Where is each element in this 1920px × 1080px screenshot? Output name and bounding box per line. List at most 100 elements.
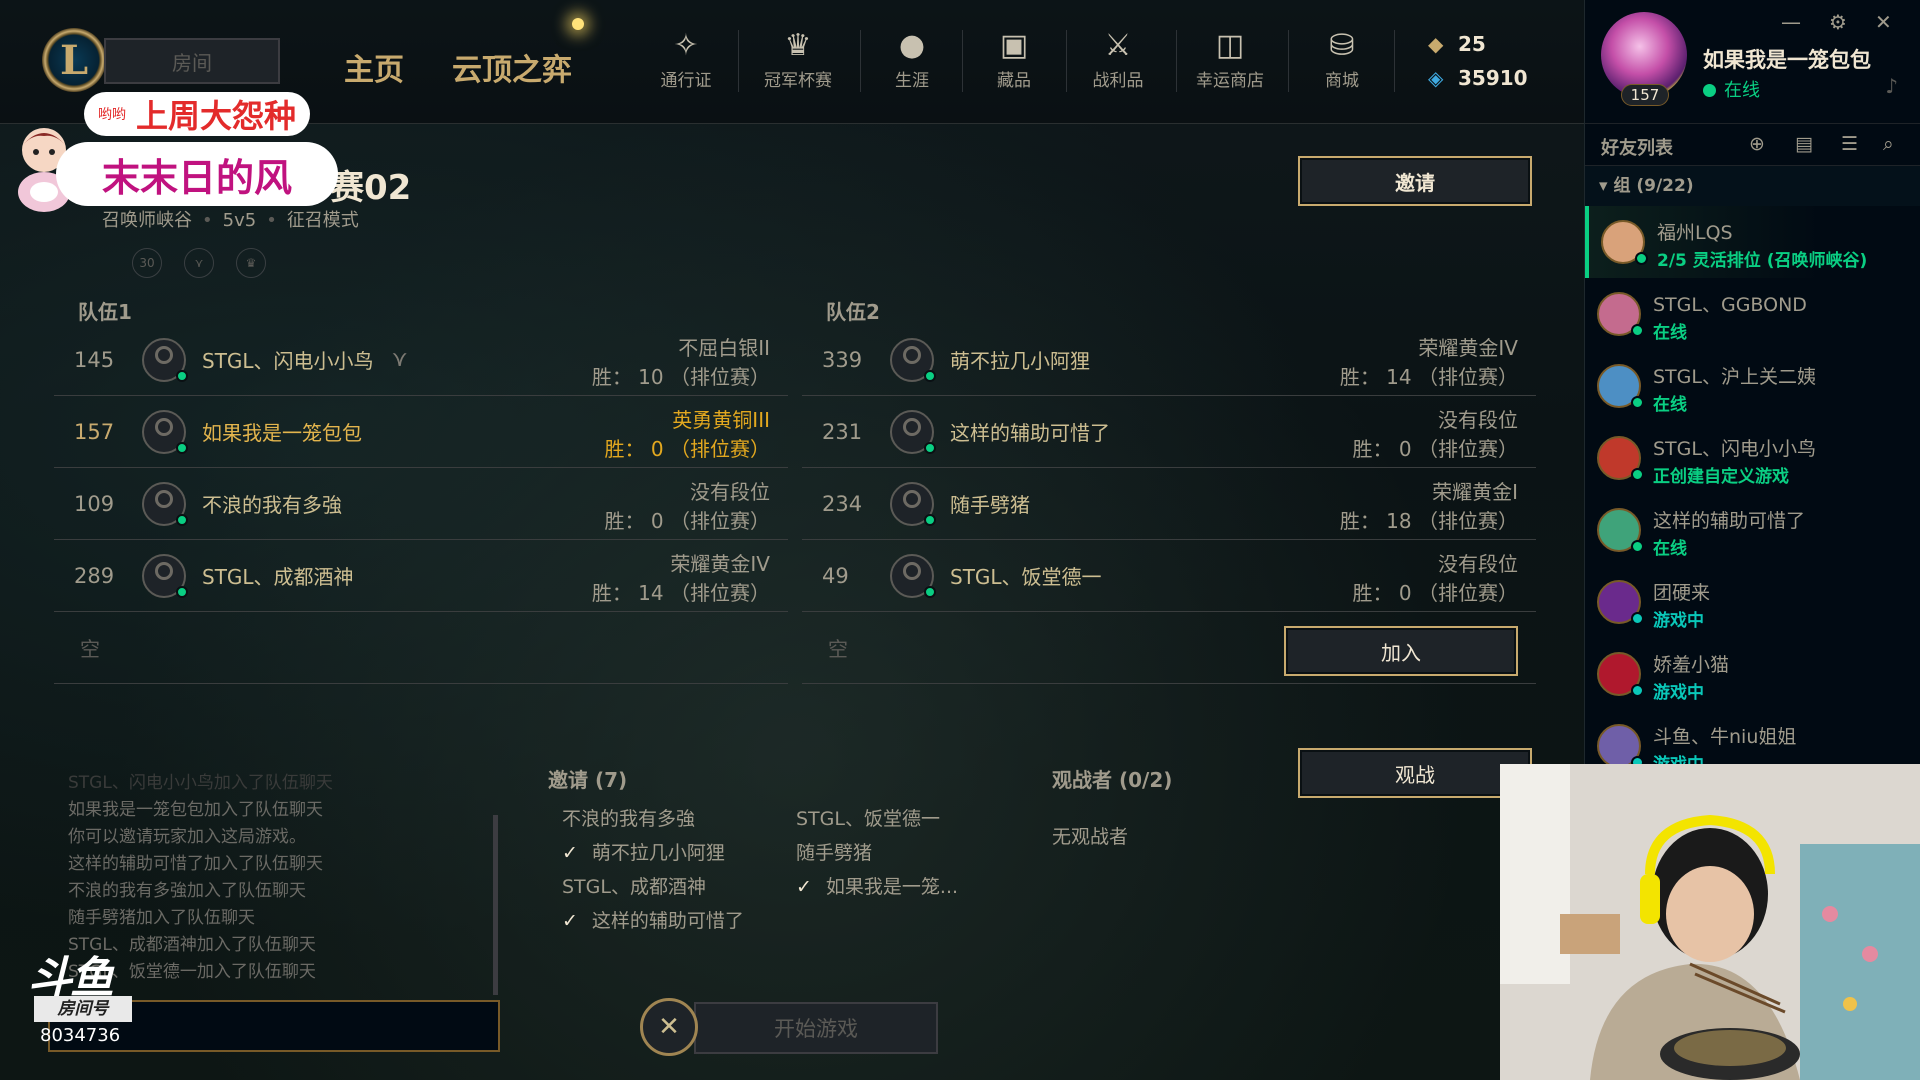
player-name[interactable]: 如果我是一笼包包 <box>202 417 362 446</box>
player-wins: 胜： 0 （排位赛） <box>604 509 770 533</box>
start-game-button[interactable]: 开始游戏 <box>694 1002 938 1054</box>
room-button[interactable]: 房间 <box>104 38 280 84</box>
friend-name: 这样的辅助可惜了 <box>1653 510 1806 532</box>
notification-bell-icon[interactable]: ♪ <box>1885 74 1898 98</box>
team2-slot[interactable]: 231 这样的辅助可惜了 没有段位 胜： 0 （排位赛） <box>802 396 1536 468</box>
friend-item[interactable]: STGL、沪上关二姨 在线 <box>1585 350 1920 422</box>
player-avatar[interactable] <box>142 481 188 526</box>
player-avatar[interactable] <box>890 337 936 382</box>
invites-title: 邀请 (7) <box>548 768 628 792</box>
team1-slot[interactable]: 289 STGL、成都酒神 荣耀黄金IV 胜： 14 （排位赛） <box>54 540 788 612</box>
add-folder-icon[interactable]: ▤ <box>1795 133 1813 155</box>
team2-slot[interactable]: 49 STGL、饭堂德一 没有段位 胜： 0 （排位赛） <box>802 540 1536 612</box>
nav-trophy[interactable]: ♛ 冠军杯赛 <box>748 26 848 96</box>
team2-slot[interactable]: 339 萌不拉几小阿狸 荣耀黄金IV 胜： 14 （排位赛） <box>802 324 1536 396</box>
friend-name: 团硬来 <box>1653 582 1711 604</box>
search-icon[interactable]: ⌕ <box>1883 133 1894 155</box>
self-level: 157 <box>1621 84 1669 106</box>
friend-item[interactable]: 团硬来 游戏中 <box>1585 566 1920 638</box>
online-status-dot <box>1635 252 1648 265</box>
ingame-status-dot <box>1631 684 1644 697</box>
friend-item[interactable]: 福州LQS 2/5 灵活排位 (召唤师峡谷) <box>1585 206 1920 278</box>
team2-slot[interactable]: 234 随手劈猪 荣耀黄金I 胜： 18 （排位赛） <box>802 468 1536 540</box>
player-avatar[interactable] <box>142 409 188 454</box>
be-balance[interactable]: ◈ 35910 <box>1428 66 1528 90</box>
nav-loot-label: 战利品 <box>1092 71 1144 91</box>
invite-entry: STGL、成都酒神 <box>562 872 706 899</box>
friend-status: 游戏中 <box>1653 611 1704 631</box>
nav-profile[interactable]: ● 生涯 <box>862 26 962 96</box>
team1-label: 队伍1 <box>78 300 132 324</box>
invite-name: 萌不拉几小阿狸 <box>591 842 725 864</box>
player-rank-info: 荣耀黄金IV 胜： 14 （排位赛） <box>592 550 770 608</box>
invite-entry: ✓ 如果我是一笼... <box>796 872 958 899</box>
friend-status: 在线 <box>1653 323 1687 343</box>
close-lobby-icon[interactable]: ✕ <box>640 998 698 1056</box>
online-status-dot <box>1631 396 1644 409</box>
player-name[interactable]: STGL、闪电小小鸟 <box>202 345 374 374</box>
collection-icon: ▣ <box>999 28 1029 63</box>
friend-name: 福州LQS <box>1657 222 1733 244</box>
be-value: 35910 <box>1458 66 1528 90</box>
nav-home[interactable]: 主页 <box>344 45 404 89</box>
online-status-dot <box>1703 84 1716 97</box>
team1-empty-slot[interactable]: 空 <box>54 612 788 684</box>
rp-balance[interactable]: ◆ 25 <box>1428 32 1486 56</box>
online-status-dot <box>1631 468 1644 481</box>
webcam-feed-image <box>1500 764 1920 1080</box>
chat-message: STGL、饭堂德一加入了队伍聊天 <box>68 962 316 982</box>
nav-store[interactable]: ⛁ 商城 <box>1292 26 1392 96</box>
role-wings-icon: ⋎ <box>391 347 408 372</box>
player-wins: 胜： 18 （排位赛） <box>1339 509 1518 533</box>
add-friend-icon[interactable]: ⊕ <box>1749 133 1765 155</box>
room-number: 8034736 <box>40 1025 121 1046</box>
self-status[interactable]: 在线 <box>1703 76 1760 102</box>
player-rank-info: 没有段位 胜： 0 （排位赛） <box>1353 406 1518 464</box>
online-status-dot <box>924 441 936 454</box>
friend-group-header[interactable]: ▾ 组 (9/22) <box>1585 166 1920 206</box>
player-wins: 胜： 0 （排位赛） <box>1352 581 1518 605</box>
online-status-dot <box>1631 540 1644 553</box>
player-avatar[interactable] <box>890 481 936 526</box>
rp-value: 25 <box>1458 32 1486 56</box>
nav-tft[interactable]: 云顶之弈 <box>452 45 572 89</box>
nav-loot[interactable]: ⚔ 战利品 <box>1068 26 1168 96</box>
streamer-name-badge: 末末日的风 <box>56 142 338 206</box>
loot-icon: ⚔ <box>1104 28 1132 63</box>
nav-lucky-shop[interactable]: ◫ 幸运商店 <box>1180 26 1280 96</box>
team1-slot-self[interactable]: 157 如果我是一笼包包 英勇黄铜III 胜： 0 （排位赛） <box>54 396 788 468</box>
player-name[interactable]: 萌不拉几小阿狸 <box>950 345 1090 374</box>
team1-slot[interactable]: 109 不浪的我有多強 没有段位 胜： 0 （排位赛） <box>54 468 788 540</box>
online-status-dot <box>924 369 936 382</box>
list-view-icon[interactable]: ☰ <box>1841 133 1858 155</box>
player-name[interactable]: STGL、成都酒神 <box>202 561 354 590</box>
chat-scrollbar[interactable] <box>493 815 498 995</box>
player-level: 49 <box>822 563 849 588</box>
friend-item[interactable]: 娇羞小猫 游戏中 <box>1585 638 1920 710</box>
team1-slot[interactable]: 145 STGL、闪电小小鸟 ⋎ 不屈白银II 胜： 10 （排位赛） <box>54 324 788 396</box>
friend-item[interactable]: STGL、闪电小小鸟 正创建自定义游戏 <box>1585 422 1920 494</box>
league-logo-icon[interactable]: L <box>42 28 106 92</box>
player-name[interactable]: STGL、饭堂德一 <box>950 561 1102 590</box>
invite-button[interactable]: 邀请 <box>1298 156 1532 206</box>
nav-pass[interactable]: ✧ 通行证 <box>636 26 736 96</box>
player-avatar[interactable] <box>142 337 188 382</box>
player-name[interactable]: 不浪的我有多強 <box>202 489 342 518</box>
self-name[interactable]: 如果我是一笼包包 <box>1703 44 1871 74</box>
player-level: 231 <box>822 419 863 444</box>
player-name[interactable]: 随手劈猪 <box>950 489 1030 518</box>
close-icon[interactable]: ✕ <box>1875 10 1892 34</box>
player-rank-info: 没有段位 胜： 0 （排位赛） <box>1353 550 1518 608</box>
settings-gear-icon[interactable]: ⚙ <box>1829 10 1847 34</box>
minimize-icon[interactable]: — <box>1781 10 1801 34</box>
player-avatar[interactable] <box>142 553 188 598</box>
join-team2-button[interactable]: 加入 <box>1284 626 1518 676</box>
spectate-button[interactable]: 观战 <box>1298 748 1532 798</box>
player-avatar[interactable] <box>890 553 936 598</box>
nav-collection[interactable]: ▣ 藏品 <box>964 26 1064 96</box>
friend-item[interactable]: 这样的辅助可惜了 在线 <box>1585 494 1920 566</box>
friend-item[interactable]: STGL、GGBOND 在线 <box>1585 278 1920 350</box>
player-name[interactable]: 这样的辅助可惜了 <box>950 417 1110 446</box>
player-avatar[interactable] <box>890 409 936 454</box>
invite-entry: 随手劈猪 <box>796 838 872 865</box>
